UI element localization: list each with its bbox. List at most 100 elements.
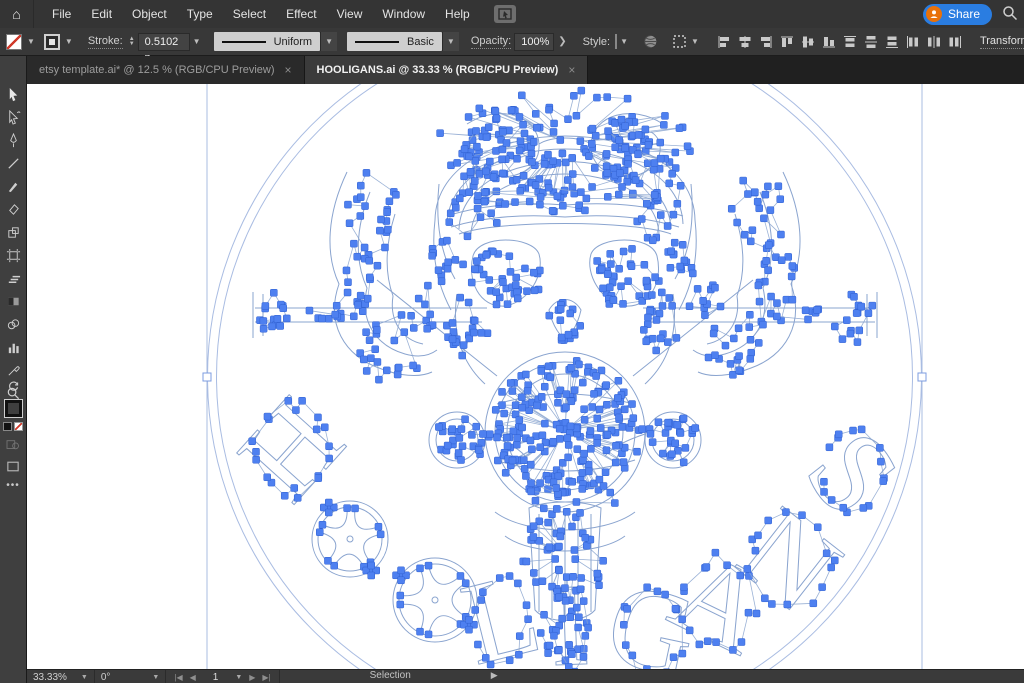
- line-segment-tool-icon[interactable]: [3, 155, 23, 172]
- bbox-handle[interactable]: [203, 373, 211, 381]
- next-artboard-button[interactable]: ▶: [249, 673, 255, 682]
- select-similar-icon[interactable]: [672, 33, 688, 50]
- dist-h-left-icon[interactable]: [905, 33, 922, 50]
- artboard-tool-icon[interactable]: [3, 247, 23, 264]
- artboard-navigation: |◀ ◀ 1 ▼ ▶ ▶|: [166, 670, 279, 683]
- align-buttons: [716, 33, 964, 50]
- menu-bar: ⌂ FileEditObjectTypeSelectEffectViewWind…: [0, 0, 1024, 28]
- menu-edit[interactable]: Edit: [81, 0, 122, 28]
- align-middle-v-icon[interactable]: [800, 33, 817, 50]
- rotation-control[interactable]: 0° ▼: [95, 670, 167, 683]
- screen-mode-icon[interactable]: [3, 458, 23, 475]
- eyedropper-tool-icon[interactable]: [3, 362, 23, 379]
- share-button[interactable]: Share: [923, 4, 992, 25]
- tab-close-icon[interactable]: ×: [568, 63, 575, 77]
- status-menu-arrow-icon[interactable]: ▶: [491, 670, 498, 681]
- eraser-tool-icon[interactable]: [3, 201, 23, 218]
- dist-h-right-icon[interactable]: [947, 33, 964, 50]
- dist-v-bottom-icon[interactable]: [884, 33, 901, 50]
- stroke-color-swatch[interactable]: [44, 34, 60, 50]
- touch-workspace-icon[interactable]: [494, 5, 516, 23]
- shear-tool-icon[interactable]: [3, 270, 23, 287]
- last-artboard-button[interactable]: ▶|: [262, 673, 270, 682]
- first-artboard-button[interactable]: |◀: [174, 673, 182, 682]
- menu-view[interactable]: View: [327, 0, 373, 28]
- stroke-proxy-swatch[interactable]: [5, 400, 22, 417]
- dist-h-center-icon[interactable]: [926, 33, 943, 50]
- tools-panel: •••: [0, 56, 27, 683]
- opacity-value[interactable]: 100%: [514, 33, 554, 51]
- share-label: Share: [948, 7, 980, 21]
- style-label: Style:: [583, 36, 611, 48]
- paintbrush-tool-icon[interactable]: [3, 178, 23, 195]
- pen-tool-icon[interactable]: [3, 132, 23, 149]
- edit-toolbar-icon[interactable]: •••: [6, 480, 20, 491]
- prev-artboard-button[interactable]: ◀: [190, 673, 196, 682]
- none-swatch[interactable]: [14, 422, 23, 431]
- bbox-handle[interactable]: [918, 373, 926, 381]
- recolor-artwork-icon[interactable]: [643, 33, 658, 50]
- stroke-weight-value[interactable]: 0.5102 p: [138, 33, 190, 51]
- fill-proxy-swatch[interactable]: [3, 422, 12, 431]
- tab-label: HOOLIGANS.ai @ 33.33 % (RGB/CPU Preview): [317, 64, 559, 76]
- tab-close-icon[interactable]: ×: [285, 63, 292, 77]
- menu-help[interactable]: Help: [435, 0, 480, 28]
- stroke-weight-stepper[interactable]: ▲▼: [129, 37, 135, 47]
- align-right-icon[interactable]: [758, 33, 775, 50]
- artboard-number[interactable]: 1: [203, 672, 229, 683]
- brush-definition-value: Basic: [407, 36, 434, 48]
- stroke-weight-label[interactable]: Stroke:: [88, 35, 123, 49]
- document-tab-1[interactable]: HOOLIGANS.ai @ 33.33 % (RGB/CPU Preview)…: [305, 56, 589, 84]
- home-icon[interactable]: ⌂: [0, 0, 34, 28]
- column-graph-tool-icon[interactable]: [3, 339, 23, 356]
- search-icon[interactable]: [1002, 5, 1018, 24]
- stroke-weight-dropdown-icon[interactable]: ▼: [190, 37, 204, 46]
- menu-effect[interactable]: Effect: [276, 0, 326, 28]
- align-bottom-icon[interactable]: [821, 33, 838, 50]
- fill-color-swatch[interactable]: [6, 34, 22, 50]
- align-left-icon[interactable]: [716, 33, 733, 50]
- drawing-modes-icon[interactable]: [3, 436, 23, 453]
- align-top-icon[interactable]: [779, 33, 796, 50]
- document-tab-0[interactable]: etsy template.ai* @ 12.5 % (RGB/CPU Prev…: [27, 56, 305, 84]
- zoom-level-control[interactable]: 33.33% ▼: [27, 670, 95, 683]
- opacity-chevron-icon[interactable]: ❯: [558, 36, 566, 47]
- rotate-view-tool-icon[interactable]: [3, 378, 23, 395]
- fill-dropdown-icon[interactable]: ▼: [24, 37, 38, 46]
- account-avatar-icon: [926, 6, 942, 22]
- menu-type[interactable]: Type: [177, 0, 223, 28]
- brush-definition-dropdown[interactable]: Basic: [347, 32, 442, 51]
- selection-tool-icon[interactable]: [3, 86, 23, 103]
- menu-object[interactable]: Object: [122, 0, 177, 28]
- width-profile-value: Uniform: [274, 36, 313, 48]
- current-tool-label: Selection: [370, 670, 411, 681]
- free-transform-tool-icon[interactable]: [3, 224, 23, 241]
- artboard-chevron-icon[interactable]: ▼: [235, 674, 242, 681]
- zoom-level-value: 33.33%: [33, 672, 67, 683]
- direct-selection-tool-icon[interactable]: [3, 109, 23, 126]
- profile-line-preview: [222, 41, 266, 43]
- menu-select[interactable]: Select: [223, 0, 276, 28]
- style-dropdown-icon[interactable]: ▼: [617, 37, 631, 46]
- menu-window[interactable]: Window: [372, 0, 435, 28]
- tab-label: etsy template.ai* @ 12.5 % (RGB/CPU Prev…: [39, 64, 275, 76]
- menu-file[interactable]: File: [42, 0, 81, 28]
- vector-artwork[interactable]: HLIGANS: [27, 84, 1024, 669]
- width-profile-dropdown[interactable]: Uniform: [214, 32, 321, 51]
- shape-builder-tool-icon[interactable]: [3, 316, 23, 333]
- gradient-tool-icon[interactable]: [3, 293, 23, 310]
- stroke-dropdown-icon[interactable]: ▼: [62, 37, 76, 46]
- dist-v-top-icon[interactable]: [842, 33, 859, 50]
- artboard-canvas[interactable]: HLIGANS: [27, 84, 1024, 669]
- menu-items: FileEditObjectTypeSelectEffectViewWindow…: [42, 0, 480, 28]
- brush-chevron-icon[interactable]: ▼: [442, 32, 459, 51]
- dist-v-center-icon[interactable]: [863, 33, 880, 50]
- opacity-label[interactable]: Opacity:: [471, 35, 511, 49]
- select-similar-chevron-icon[interactable]: ▼: [688, 37, 702, 46]
- svg-text:L: L: [450, 546, 552, 669]
- tool-list: [0, 86, 26, 402]
- transform-link[interactable]: Transform: [980, 35, 1024, 49]
- width-profile-chevron-icon[interactable]: ▼: [320, 32, 337, 51]
- align-center-h-icon[interactable]: [737, 33, 754, 50]
- brush-line-preview: [355, 41, 399, 43]
